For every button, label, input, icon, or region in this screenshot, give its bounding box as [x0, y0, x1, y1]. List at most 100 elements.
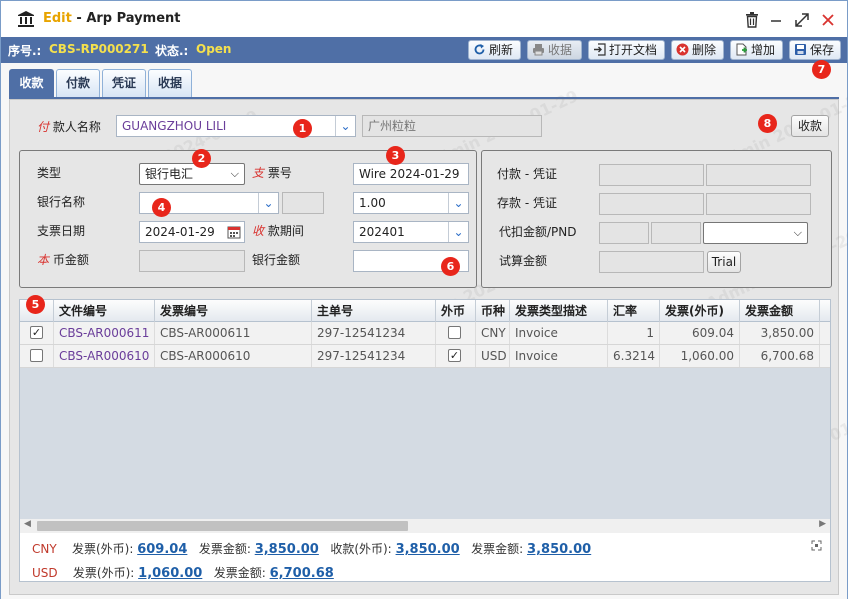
cheque-date-value: 2024-01-29: [145, 225, 215, 239]
status-value: Open: [196, 42, 232, 56]
collect-period-value: 202401: [359, 225, 405, 239]
invoice-grid: 文件编号 发票编号 主单号 外币 币种 发票类型描述 汇率 发票(外币) 发票金…: [19, 299, 831, 582]
summary-amount[interactable]: 3,850.00: [527, 542, 591, 557]
tab-voucher[interactable]: 凭证: [102, 69, 146, 97]
withholding-field-2: [651, 222, 701, 244]
period-label-prefix: 收: [252, 224, 265, 238]
foreign-cell: [436, 322, 476, 344]
trash-icon[interactable]: [743, 11, 761, 29]
foreign-checkbox[interactable]: [448, 326, 461, 339]
badge: 5: [26, 295, 45, 314]
tab-collect[interactable]: 收款: [9, 69, 54, 97]
rate-cell: 6.3214: [608, 345, 660, 367]
row-checkbox[interactable]: ✓: [30, 326, 43, 339]
summary-amount[interactable]: 3,850.00: [255, 542, 319, 557]
payer-name-combo[interactable]: GUANGZHOU LILI ⌄: [116, 115, 356, 137]
payer-alias-field: 广州粒粒: [362, 115, 542, 137]
pay-voucher-field: [599, 164, 704, 186]
summary-amount[interactable]: 1,060.00: [138, 566, 202, 581]
scroll-left-icon[interactable]: ◀: [24, 519, 31, 529]
badge: 7: [812, 60, 831, 79]
invoice-no-cell: CBS-AR000610: [155, 345, 312, 367]
cheque-label-prefix: 支: [252, 166, 265, 180]
delete-icon: [676, 43, 689, 56]
column-invoice-foreign[interactable]: 发票(外币): [660, 300, 740, 322]
invoice-type-cell: Invoice: [510, 345, 608, 367]
cheque-date-label: 支票日期: [37, 224, 86, 238]
tab-pay[interactable]: 付款: [56, 69, 100, 97]
exchange-rate-combo[interactable]: 1.00 ⌄: [353, 192, 469, 214]
table-row[interactable]: CBS-AR000610 CBS-AR000610 297-12541234 ✓…: [20, 345, 830, 368]
column-invoice-type[interactable]: 发票类型描述: [510, 300, 608, 322]
calendar-icon[interactable]: [227, 225, 241, 239]
currency-cell: USD: [476, 345, 510, 367]
summary-footer: CNY 发票(外币): 609.04 发票金额: 3,850.00 收款(外币)…: [20, 533, 830, 581]
invoice-amount-cell: 3,850.00: [740, 322, 820, 344]
scroll-right-icon[interactable]: ▶: [819, 519, 826, 529]
save-button[interactable]: 保存: [789, 40, 841, 60]
master-no-cell: 297-12541234: [312, 322, 436, 344]
column-doc-no[interactable]: 文件编号: [54, 300, 155, 322]
status-label: 状态.:: [155, 44, 189, 58]
bank-icon: [18, 11, 34, 27]
receipt-label: 收据: [548, 43, 573, 57]
expand-icon[interactable]: [811, 540, 822, 551]
doc-no-cell[interactable]: CBS-AR000610: [54, 345, 155, 367]
open-document-button[interactable]: 打开文档: [588, 40, 665, 60]
cheque-date-input[interactable]: 2024-01-29: [139, 221, 245, 243]
badge: 6: [441, 257, 460, 276]
column-invoice-amount[interactable]: 发票金额: [740, 300, 820, 322]
minimize-icon[interactable]: [767, 11, 785, 29]
withholding-select[interactable]: ⌵: [703, 222, 808, 244]
summary-label: 发票金额:: [198, 542, 251, 556]
summary-label: 发票金额:: [213, 566, 266, 580]
summary-amount[interactable]: 3,850.00: [396, 542, 460, 557]
tab-receipt[interactable]: 收据: [148, 69, 192, 97]
add-button[interactable]: 增加: [730, 40, 783, 60]
horizontal-scrollbar[interactable]: ◀ ▶: [20, 519, 830, 533]
column-rate[interactable]: 汇率: [608, 300, 660, 322]
open-document-icon: [594, 43, 606, 56]
table-row[interactable]: ✓ CBS-AR000611 CBS-AR000611 297-12541234…: [20, 322, 830, 345]
type-select[interactable]: 银行电汇 ⌵: [139, 163, 245, 185]
column-invoice-no[interactable]: 发票编号: [155, 300, 312, 322]
collect-period-label: 收 款期间: [252, 222, 304, 239]
summary-amount[interactable]: 6,700.68: [270, 566, 334, 581]
refresh-button[interactable]: 刷新: [468, 40, 521, 60]
maximize-icon[interactable]: [793, 11, 811, 29]
summary-amount[interactable]: 609.04: [137, 542, 187, 557]
printer-icon: [533, 44, 544, 56]
window-title: Edit - Arp Payment: [43, 11, 180, 26]
foreign-checkbox[interactable]: ✓: [448, 349, 461, 362]
window-mode: Edit: [43, 11, 72, 26]
column-currency[interactable]: 币种: [476, 300, 510, 322]
chevron-down-icon[interactable]: ⌄: [448, 193, 468, 213]
badge: 3: [386, 146, 405, 165]
chevron-down-icon[interactable]: ⌄: [448, 222, 468, 242]
close-icon[interactable]: [819, 11, 837, 29]
column-master-no[interactable]: 主单号: [312, 300, 436, 322]
delete-button[interactable]: 删除: [671, 40, 724, 60]
grid-header: 文件编号 发票编号 主单号 外币 币种 发票类型描述 汇率 发票(外币) 发票金…: [20, 300, 830, 322]
trial-button[interactable]: Trial: [707, 251, 741, 273]
trial-amount-field: [599, 251, 704, 273]
arp-payment-window: Edit - Arp Payment 序号.: CBS-RP000271 状态.…: [0, 0, 848, 599]
column-foreign[interactable]: 外币: [436, 300, 476, 322]
doc-no-cell[interactable]: CBS-AR000611: [54, 322, 155, 344]
collect-period-combo[interactable]: 202401 ⌄: [353, 221, 469, 243]
local-amount-prefix: 本: [37, 253, 50, 267]
type-label: 类型: [37, 166, 62, 180]
cheque-no-input[interactable]: Wire 2024-01-29: [353, 163, 469, 185]
row-checkbox[interactable]: [30, 349, 43, 362]
chevron-down-icon[interactable]: ⌄: [335, 116, 355, 136]
chevron-down-icon[interactable]: ⌄: [258, 193, 278, 213]
open-document-label: 打开文档: [609, 43, 658, 57]
scrollbar-thumb[interactable]: [37, 521, 408, 531]
pay-voucher-label: 付款 - 凭证: [497, 167, 557, 181]
pay-voucher-field-2: [706, 164, 811, 186]
collect-button[interactable]: 收款: [791, 115, 829, 137]
delete-label: 删除: [692, 43, 717, 57]
currency-cell: CNY: [476, 322, 510, 344]
local-amount-text: 币金额: [52, 253, 89, 267]
receipt-button[interactable]: 收据: [527, 40, 582, 60]
